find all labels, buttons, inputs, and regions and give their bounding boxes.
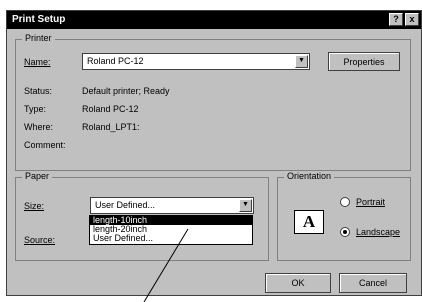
printer-name-select[interactable]: Roland PC-12 ▼ — [82, 53, 310, 70]
status-value: Default printer; Ready — [82, 86, 170, 96]
type-value: Roland PC-12 — [82, 104, 139, 114]
portrait-radio[interactable] — [340, 197, 350, 207]
chevron-down-icon[interactable]: ▼ — [295, 55, 308, 68]
orientation-group: Orientation A Portrait Landscape — [277, 171, 411, 261]
landscape-label[interactable]: Landscape — [356, 227, 400, 237]
paper-group-label: Paper — [22, 171, 53, 181]
paper-size-value: User Defined... — [95, 200, 156, 210]
size-label: Size: — [24, 201, 45, 211]
printer-group: Printer Name: Roland PC-12 ▼ Properties … — [15, 33, 411, 171]
landscape-radio[interactable] — [340, 227, 350, 237]
list-item[interactable]: User Defined... — [90, 234, 252, 243]
properties-button[interactable]: Properties — [328, 52, 400, 71]
status-label: Status: — [24, 86, 53, 96]
printer-group-label: Printer — [22, 33, 55, 43]
help-button[interactable]: ? — [389, 13, 403, 26]
where-value: Roland_LPT1: — [82, 122, 140, 132]
name-label: Name: — [24, 57, 51, 67]
portrait-label[interactable]: Portrait — [356, 197, 385, 207]
paper-size-dropdown-list[interactable]: length-10inch length-20inch User Defined… — [89, 215, 253, 245]
where-label: Where: — [24, 122, 54, 132]
printer-name-value: Roland PC-12 — [87, 56, 144, 66]
orientation-group-label: Orientation — [284, 171, 335, 181]
print-setup-dialog: Print Setup ? x Printer Name: Roland PC-… — [6, 10, 422, 296]
title-bar: Print Setup ? x — [7, 11, 421, 29]
ok-button[interactable]: OK — [265, 273, 331, 293]
source-label: Source: — [24, 235, 56, 245]
cancel-button[interactable]: Cancel — [339, 273, 407, 293]
landscape-page-icon: A — [294, 210, 324, 234]
close-button[interactable]: x — [405, 13, 419, 26]
type-label: Type: — [24, 104, 47, 114]
dialog-title: Print Setup — [12, 14, 66, 25]
paper-size-select[interactable]: User Defined... ▼ — [90, 197, 254, 214]
comment-label: Comment: — [24, 140, 66, 150]
chevron-down-icon[interactable]: ▼ — [239, 199, 252, 212]
